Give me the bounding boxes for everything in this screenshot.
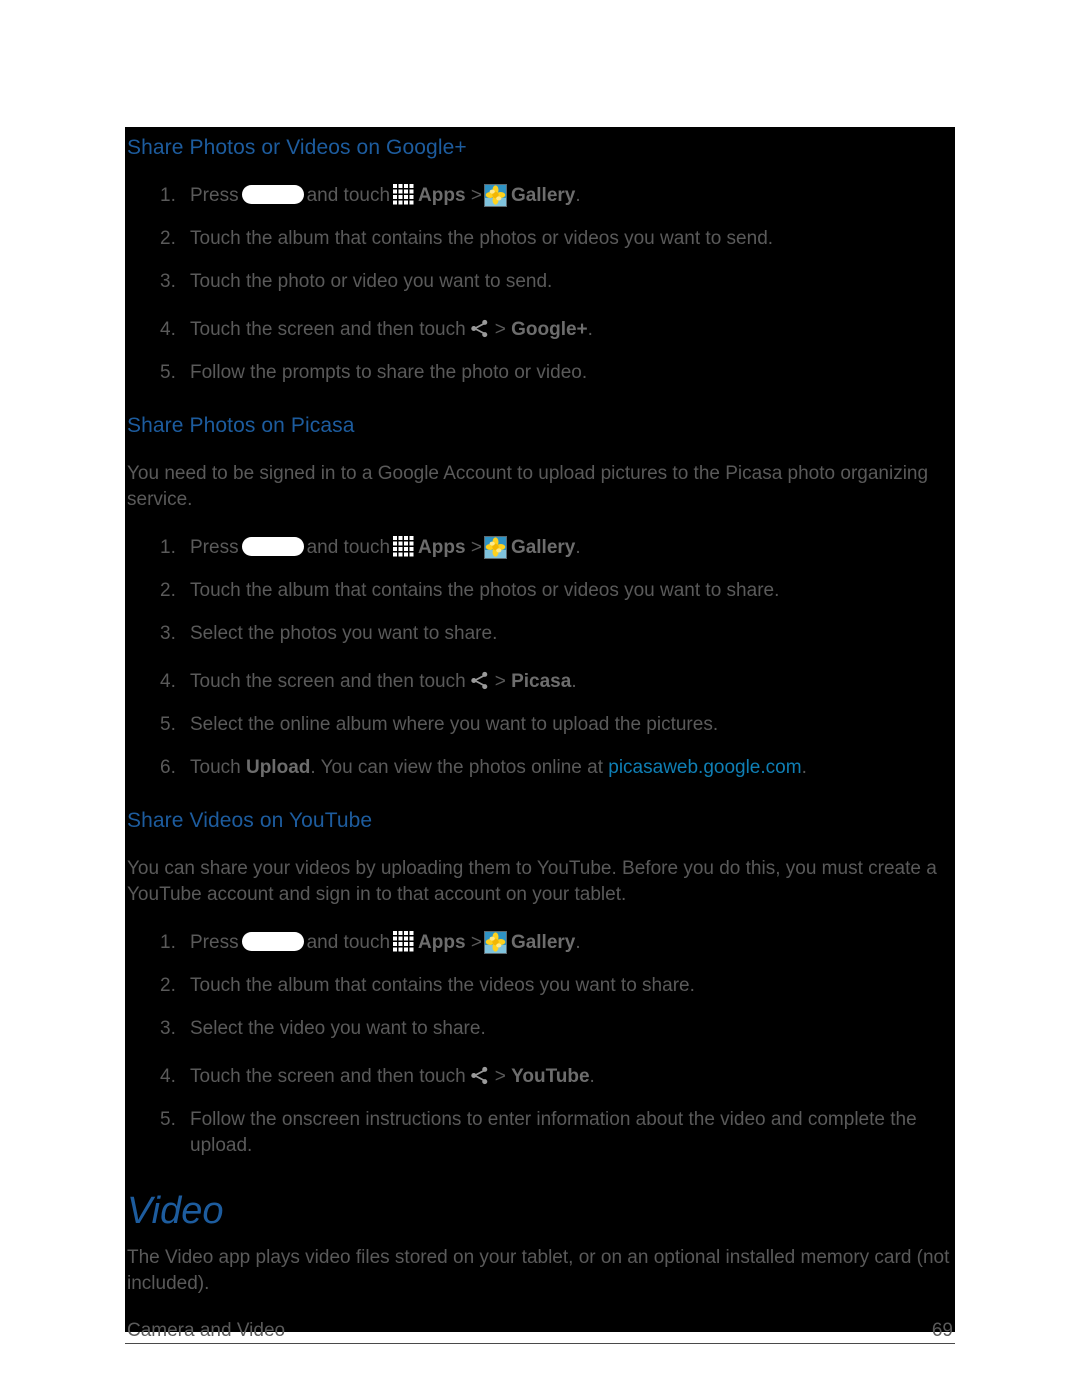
step-text: Touch the album that contains the videos… [190, 975, 695, 996]
steps-list-google-plus: Press and touch Apps > Gallery. Touch the a… [125, 183, 955, 386]
step-separator: > [470, 932, 482, 953]
step-text-post: . [589, 1066, 595, 1087]
step-separator: > [494, 319, 506, 340]
apps-grid-icon [392, 930, 414, 952]
step-text-mid: and touch [306, 537, 391, 558]
step-text-pre: Press [190, 185, 239, 206]
list-item: Press and touch Apps > Gallery. [125, 183, 955, 209]
step-text: Press and touch Apps > Gallery. [190, 183, 581, 207]
apps-label: Apps [418, 537, 466, 558]
list-item: Touch the album that contains the photos… [125, 578, 955, 604]
step-text: Select the online album where you want t… [190, 714, 719, 735]
step-separator: > [470, 537, 482, 558]
step-text: Touch the album that contains the photos… [190, 228, 774, 249]
step-text-post: . [571, 671, 577, 692]
share-icon [469, 670, 490, 691]
step-text-pre: Touch the screen and then touch [190, 319, 466, 340]
page-content-plate: Share Photos or Videos on Google+ Press a… [125, 127, 955, 1332]
list-item: Select the video you want to share. [125, 1016, 955, 1042]
share-icon [469, 1065, 490, 1086]
list-item: Touch the screen and then touch > Picasa. [125, 669, 955, 695]
gallery-flower-icon [483, 931, 507, 954]
heading-share-youtube: Share Videos on YouTube [127, 809, 373, 832]
gallery-label: Gallery [510, 537, 576, 558]
steps-list-youtube: Press and touch Apps > Gallery. Touch the a… [125, 930, 955, 1159]
step-separator: > [494, 1066, 506, 1087]
heading-share-google-plus: Share Photos or Videos on Google+ [127, 136, 467, 159]
list-item: Touch the screen and then touch > Google+… [125, 317, 955, 343]
video-description: The Video app plays video files stored o… [127, 1247, 950, 1294]
gallery-label: Gallery [510, 932, 576, 953]
step-text-mid: and touch [306, 185, 391, 206]
apps-grid-icon [392, 535, 414, 557]
apps-label: Apps [418, 932, 466, 953]
footer-chapter-label: Camera and Video [127, 1320, 286, 1341]
step-bold-term: YouTube [511, 1066, 590, 1087]
apps-label: Apps [418, 185, 466, 206]
list-item: Select the online album where you want t… [125, 712, 955, 738]
steps-list-picasa: Press and touch Apps > Gallery. Touch the a… [125, 535, 955, 781]
share-icon [469, 318, 490, 339]
step-text: Touch the album that contains the photos… [190, 580, 780, 601]
step-separator: > [470, 185, 482, 206]
step-text-pre: Press [190, 932, 239, 953]
list-item: Touch Upload. You can view the photos on… [125, 755, 955, 781]
list-item: Touch the album that contains the videos… [125, 973, 955, 999]
heading-share-picasa: Share Photos on Picasa [127, 414, 355, 437]
list-item: Press and touch Apps > Gallery. [125, 535, 955, 561]
list-item: Select the photos you want to share. [125, 621, 955, 647]
home-key-icon [241, 185, 304, 204]
home-key-icon [241, 932, 304, 951]
page-footer: Camera and Video 69 [125, 1310, 955, 1344]
step-text: Follow the prompts to share the photo or… [190, 362, 588, 383]
footer-divider [125, 1343, 955, 1344]
step-text: Select the video you want to share. [190, 1018, 486, 1039]
picasaweb-link[interactable]: picasaweb.google.com [608, 757, 801, 778]
step-text-mid: . You can view the photos online at [310, 757, 603, 778]
footer-page-number: 69 [931, 1320, 953, 1341]
intro-paragraph-picasa: You need to be signed in to a Google Acc… [127, 463, 929, 510]
step-text-post: . [575, 932, 581, 953]
list-item: Follow the onscreen instructions to ente… [125, 1107, 955, 1159]
step-text-post: . [575, 185, 581, 206]
list-item: Press and touch Apps > Gallery. [125, 930, 955, 956]
step-text-pre: Touch the screen and then touch [190, 1066, 466, 1087]
step-text-post: . [801, 757, 807, 778]
home-key-icon [241, 537, 304, 556]
apps-grid-icon [392, 183, 414, 205]
list-item: Follow the prompts to share the photo or… [125, 360, 955, 386]
intro-paragraph-youtube: You can share your videos by uploading t… [127, 858, 937, 905]
step-text: Select the photos you want to share. [190, 623, 498, 644]
step-text: Touch the photo or video you want to sen… [190, 271, 553, 292]
list-item: Touch the album that contains the photos… [125, 226, 955, 252]
gallery-label: Gallery [510, 185, 576, 206]
step-text-post: . [575, 537, 581, 558]
step-text: Follow the onscreen instructions to ente… [190, 1109, 917, 1156]
list-item: Touch the screen and then touch > YouTube… [125, 1064, 955, 1090]
step-separator: > [494, 671, 506, 692]
list-item: Touch the photo or video you want to sen… [125, 269, 955, 295]
step-bold-term: Upload [245, 757, 311, 778]
step-bold-term: Google+ [511, 319, 588, 340]
step-text-pre: Touch [190, 757, 241, 778]
step-text-pre: Press [190, 537, 239, 558]
gallery-flower-icon [483, 536, 507, 559]
step-text-pre: Touch the screen and then touch [190, 671, 466, 692]
gallery-flower-icon [483, 184, 507, 207]
page-title-video: Video [127, 1190, 224, 1232]
step-bold-term: Picasa [511, 671, 572, 692]
step-text-mid: and touch [306, 932, 391, 953]
document-body: Share Photos or Videos on Google+ Press a… [125, 127, 955, 1297]
step-text-post: . [587, 319, 593, 340]
